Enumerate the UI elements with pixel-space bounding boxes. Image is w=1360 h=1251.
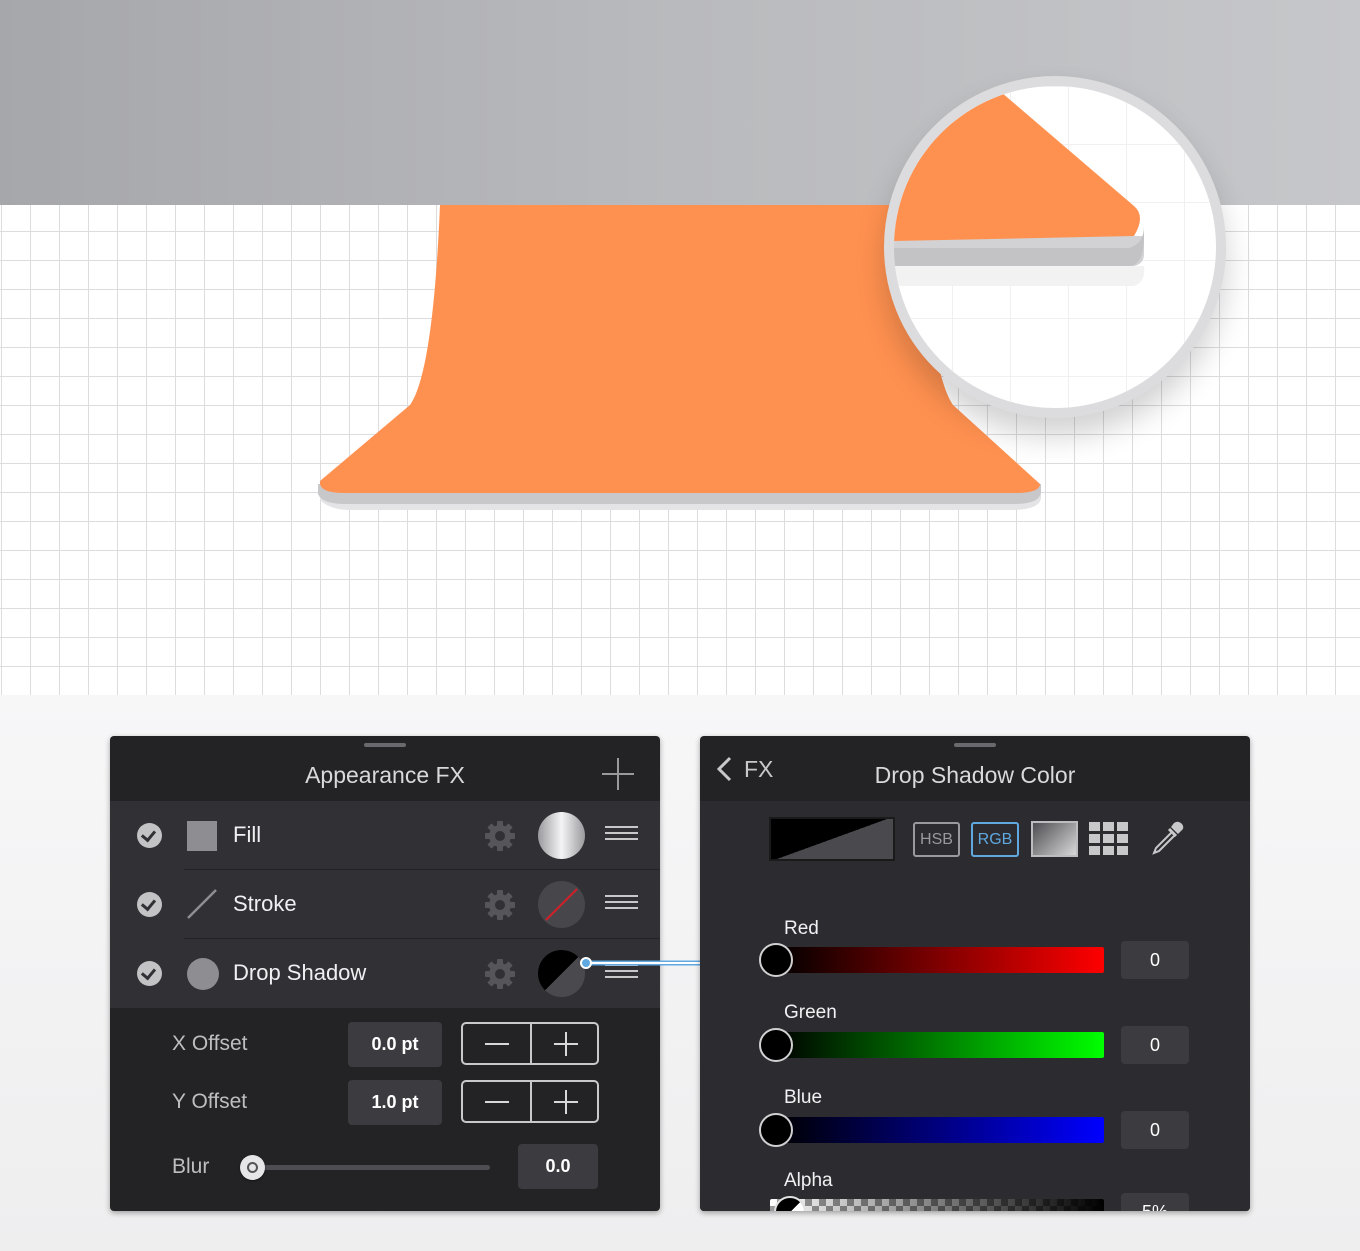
alpha-channel-label: Alpha bbox=[784, 1170, 833, 1191]
y-offset-stepper bbox=[461, 1080, 599, 1123]
x-offset-decrement-button[interactable] bbox=[463, 1024, 530, 1063]
stroke-swatch[interactable] bbox=[538, 881, 585, 928]
circle-icon bbox=[187, 958, 219, 990]
blur-slider-thumb[interactable] bbox=[240, 1155, 265, 1180]
rgb-mode-button[interactable]: RGB bbox=[971, 822, 1019, 857]
gear-icon[interactable] bbox=[484, 889, 516, 921]
hamburger-icon[interactable] bbox=[605, 895, 638, 909]
y-offset-field[interactable]: 1.0 pt bbox=[348, 1080, 442, 1125]
red-slider-thumb[interactable] bbox=[759, 943, 793, 977]
stroke-enabled-check-icon[interactable] bbox=[137, 892, 162, 917]
blur-slider-track[interactable] bbox=[252, 1165, 490, 1170]
fx-row-fill[interactable]: Fill bbox=[110, 801, 660, 870]
alpha-slider-track[interactable] bbox=[770, 1199, 1104, 1211]
chevron-left-icon bbox=[716, 756, 732, 782]
green-slider-thumb[interactable] bbox=[759, 1028, 793, 1062]
fx-row-stroke[interactable]: Stroke bbox=[110, 870, 660, 939]
y-offset-increment-button[interactable] bbox=[532, 1082, 599, 1121]
fx-row-label: Fill bbox=[233, 822, 262, 847]
drop-shadow-color-panel: FX Drop Shadow Color HSB RGB Red 0 Green… bbox=[700, 736, 1250, 1211]
alpha-value-field[interactable]: 5% bbox=[1121, 1193, 1189, 1211]
gear-icon[interactable] bbox=[484, 820, 516, 852]
fill-enabled-check-icon[interactable] bbox=[137, 823, 162, 848]
add-effect-button[interactable] bbox=[602, 758, 634, 790]
green-value-field[interactable]: 0 bbox=[1121, 1026, 1189, 1064]
blue-value-field[interactable]: 0 bbox=[1121, 1111, 1189, 1149]
drop-shadow-enabled-check-icon[interactable] bbox=[137, 961, 162, 986]
panel-title: Drop Shadow Color bbox=[874, 762, 1076, 788]
y-offset-decrement-button[interactable] bbox=[463, 1082, 530, 1121]
palette-grid-icon[interactable] bbox=[1089, 821, 1131, 857]
fx-row-label: Stroke bbox=[233, 891, 297, 916]
fx-row-drop-shadow[interactable]: Drop Shadow bbox=[110, 939, 660, 1008]
x-offset-field[interactable]: 0.0 pt bbox=[348, 1022, 442, 1067]
fill-swatch[interactable] bbox=[538, 812, 585, 859]
x-offset-increment-button[interactable] bbox=[532, 1024, 599, 1063]
blue-channel-label: Blue bbox=[784, 1087, 823, 1108]
magnified-edge-artwork bbox=[894, 86, 1145, 286]
gear-icon[interactable] bbox=[484, 958, 516, 990]
blur-value-field[interactable]: 0.0 bbox=[518, 1144, 598, 1189]
color-preview-swatch bbox=[769, 817, 895, 861]
drop-shadow-swatch[interactable] bbox=[538, 950, 585, 997]
green-channel-label: Green bbox=[784, 1002, 837, 1023]
red-value-field[interactable]: 0 bbox=[1121, 941, 1189, 979]
blue-slider-thumb[interactable] bbox=[759, 1113, 793, 1147]
square-icon bbox=[187, 821, 217, 851]
color-picker-body: HSB RGB Red 0 Green 0 Blue 0 Alpha bbox=[700, 801, 1250, 1211]
x-offset-label: X Offset bbox=[172, 1032, 248, 1055]
drag-handle[interactable] bbox=[954, 743, 996, 747]
red-channel-label: Red bbox=[784, 918, 819, 939]
x-offset-stepper bbox=[461, 1022, 599, 1065]
panel-title: Appearance FX bbox=[305, 762, 465, 788]
design-canvas[interactable] bbox=[0, 0, 1360, 695]
appearance-fx-panel: Appearance FX Fill Stroke Drop Shadow X … bbox=[110, 736, 660, 1211]
blur-label: Blur bbox=[172, 1155, 210, 1178]
magnifier-lens bbox=[884, 76, 1226, 418]
connector-line bbox=[580, 957, 702, 969]
panel-header: Appearance FX bbox=[110, 736, 660, 801]
line-icon bbox=[187, 889, 217, 919]
green-slider-track[interactable] bbox=[776, 1032, 1104, 1058]
red-slider-track[interactable] bbox=[776, 947, 1104, 973]
eyedropper-icon[interactable] bbox=[1147, 818, 1187, 858]
gradient-icon[interactable] bbox=[1031, 821, 1078, 857]
y-offset-label: Y Offset bbox=[172, 1090, 248, 1113]
fx-row-label: Drop Shadow bbox=[233, 960, 367, 985]
blue-slider-track[interactable] bbox=[776, 1117, 1104, 1143]
back-label: FX bbox=[744, 756, 774, 782]
hsb-mode-button[interactable]: HSB bbox=[913, 822, 960, 857]
hamburger-icon[interactable] bbox=[605, 826, 638, 840]
